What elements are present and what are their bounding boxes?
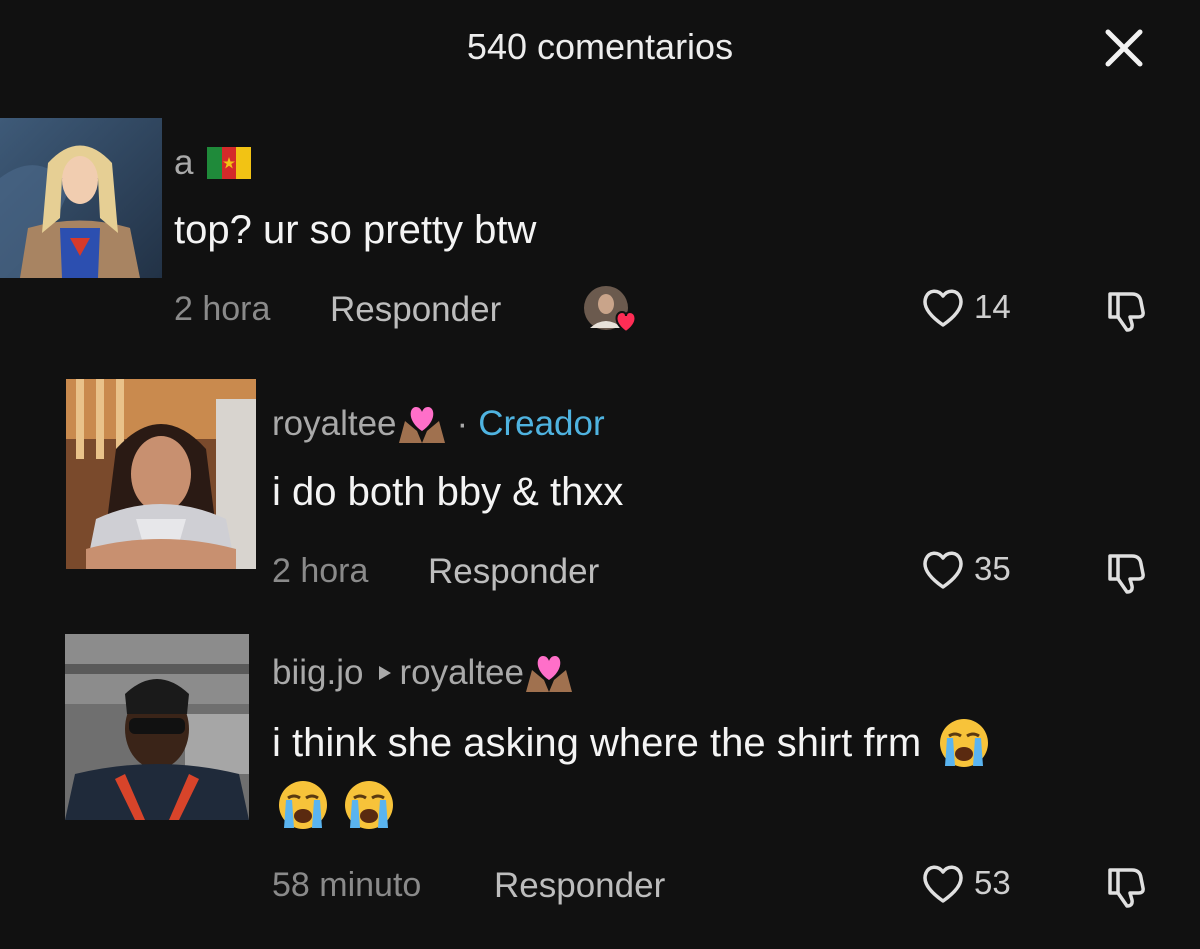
separator-dot: · [456, 404, 469, 443]
heart-outline-icon [923, 551, 963, 589]
reply-to-username[interactable]: royaltee [399, 653, 524, 693]
avatar[interactable] [66, 379, 256, 569]
like-count: 14 [974, 288, 1011, 325]
dislike-button[interactable] [1104, 288, 1150, 339]
loudly-crying-face-icon [279, 781, 327, 829]
comment-text: i do both bby & thxx [272, 470, 624, 514]
thumbs-down-icon [1108, 554, 1145, 594]
avatar[interactable] [65, 634, 249, 820]
comment-username[interactable]: biig.jo royaltee [272, 652, 574, 694]
dislike-button[interactable] [1104, 864, 1150, 915]
creator-tag: Creador [478, 404, 605, 443]
comments-header-title: 540 comentarios [466, 26, 734, 67]
thumbs-down-icon [1108, 292, 1145, 332]
like-button[interactable]: 14 [920, 286, 1011, 328]
comment-time: 2 hora [272, 552, 369, 590]
hearts-hands-emoji-icon [525, 656, 572, 692]
like-button[interactable]: 53 [920, 862, 1011, 904]
close-icon [1105, 29, 1143, 67]
comment-username[interactable]: a [174, 143, 252, 183]
close-button[interactable] [1100, 24, 1148, 72]
username-text: royaltee [272, 404, 397, 443]
thumbs-down-icon [1108, 868, 1145, 908]
comment-text: i think she asking where the shirt frm [272, 716, 991, 770]
avatar[interactable] [0, 118, 162, 278]
username-text: biig.jo [272, 653, 364, 692]
comment-username[interactable]: royaltee · Creador [272, 403, 605, 445]
loudly-crying-face-icon [940, 719, 989, 767]
comment-text: top? ur so pretty btw [174, 208, 537, 252]
cameroon-flag-icon [207, 147, 252, 179]
comment-emoji-row [276, 778, 396, 832]
reply-button[interactable]: Responder [330, 290, 501, 330]
like-count: 35 [974, 550, 1011, 587]
username-text: a [174, 143, 194, 182]
reply-button[interactable]: Responder [428, 552, 599, 592]
comment-time: 2 hora [174, 290, 271, 328]
reply-arrow-icon [379, 666, 392, 680]
like-button[interactable]: 35 [920, 548, 1011, 590]
reply-button[interactable]: Responder [494, 866, 665, 906]
dislike-button[interactable] [1104, 550, 1150, 601]
heart-filled-icon [615, 310, 637, 334]
comment-text-content: i think she asking where the shirt frm [272, 720, 922, 765]
comment-time: 58 minuto [272, 866, 422, 904]
like-count: 53 [974, 864, 1011, 901]
creator-liked-badge [582, 284, 642, 341]
heart-outline-icon [923, 289, 963, 327]
hearts-hands-emoji-icon [398, 407, 445, 443]
heart-outline-icon [923, 865, 963, 903]
loudly-crying-face-icon [345, 781, 393, 829]
